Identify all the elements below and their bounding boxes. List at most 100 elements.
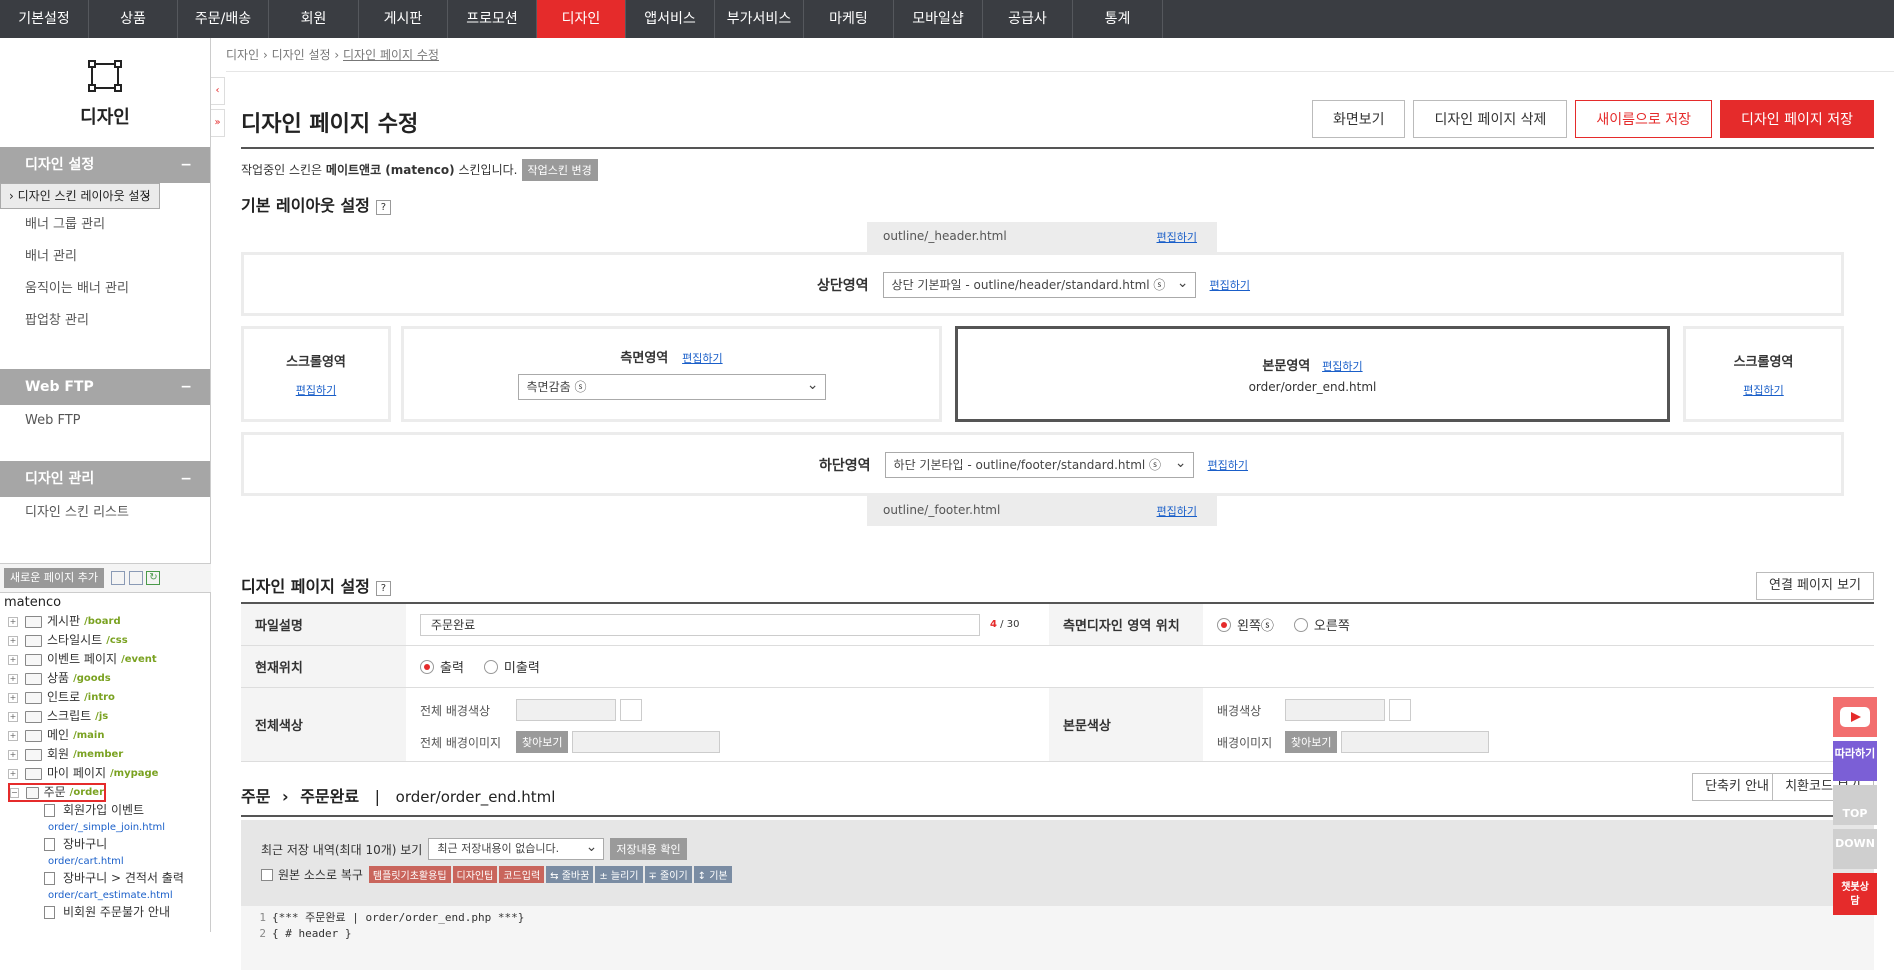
editor-tag-button[interactable]: ∓ 줄이기 [644,866,692,883]
side-left-radio[interactable] [1217,617,1231,632]
expand-icon[interactable]: + [8,692,18,703]
nav-item[interactable]: 게시판 [359,0,448,38]
editor-tag-button[interactable]: ↕ 기본 [693,866,732,883]
preview-button[interactable]: 화면보기 [1311,100,1406,138]
collapse-icon[interactable]: − [180,461,192,497]
nav-item[interactable]: 마케팅 [804,0,894,38]
expand-icon[interactable]: + [8,711,18,722]
tree-folder[interactable]: + 회원/member [0,745,211,764]
cur-pos-off-radio[interactable] [483,659,498,674]
collapse-icon[interactable]: − [180,147,192,183]
editor-tag-button[interactable]: 코드입력 [499,866,545,883]
tree-folder[interactable]: + 메인/main [0,726,211,745]
nav-item[interactable]: 프로모션 [448,0,537,38]
tree-file[interactable]: 장바구니 > 견적서 출력 [0,870,211,887]
shortcut-button[interactable]: 단축키 안내 [1692,773,1782,801]
side-right-radio[interactable] [1293,617,1308,632]
section-web-ftp[interactable]: Web FTP − [0,369,210,405]
tree-folder[interactable]: + 게시판/board [0,612,211,631]
tree-file[interactable]: 회원가입 이벤트 [0,802,211,819]
follow-button[interactable]: 따라하기 [1833,741,1877,781]
edit-top-link[interactable]: 편집하기 [1210,277,1250,293]
breadcrumb-item[interactable]: 디자인 설정 [272,48,331,62]
sidebar-item-banner[interactable]: 배너 관리 [0,241,210,273]
body-bg-color-input[interactable] [1285,699,1385,721]
edit-scroll-left-link[interactable]: 편집하기 [244,382,388,398]
expand-icon[interactable]: + [8,749,18,760]
tree-file[interactable]: 비회원 주문불가 안내 [0,904,211,921]
editor-tag-button[interactable]: ⇆ 줄바꿈 [546,866,594,883]
edit-scroll-right-link[interactable]: 편집하기 [1686,382,1841,398]
nav-item[interactable]: 공급사 [983,0,1073,38]
file-path[interactable]: order/cart.html [0,853,211,870]
edit-footer-link[interactable]: 편집하기 [1157,498,1197,526]
collapse-up-icon[interactable]: » [211,109,225,137]
edit-body-link[interactable]: 편집하기 [1322,360,1362,373]
edit-header-link[interactable]: 편집하기 [1157,224,1197,252]
nav-item[interactable]: 주문/배송 [178,0,269,38]
recent-select[interactable]: 최근 저장내용이 없습니다. [428,837,605,860]
expand-icon[interactable]: + [8,768,18,779]
breadcrumb-current[interactable]: 디자인 페이지 수정 [343,48,439,62]
expand-icon[interactable]: + [8,654,18,665]
cur-pos-on-radio[interactable] [420,659,434,674]
all-color-swatch[interactable] [620,699,642,721]
change-skin-button[interactable]: 작업스킨 변경 [521,159,598,181]
tree-folder[interactable]: + 마이 페이지/mypage [0,764,211,783]
link-page-button[interactable]: 연결 페이지 보기 [1756,572,1874,600]
down-button[interactable]: DOWN [1833,829,1877,869]
save-as-button[interactable]: 새이름으로 저장 [1575,100,1713,138]
list-view-icon[interactable] [128,570,143,585]
sidebar-item-web-ftp[interactable]: Web FTP [0,405,210,437]
youtube-icon[interactable] [1833,697,1877,737]
expand-icon[interactable]: + [8,635,18,646]
sidebar-item-popup[interactable]: 팝업창 관리 [0,305,210,337]
expand-icon[interactable]: − [10,787,19,798]
section-design-settings[interactable]: 디자인 설정 − [0,147,210,183]
expand-icon[interactable]: + [8,730,18,741]
sidebar-item-banner-group[interactable]: 배너 그룹 관리 [0,209,210,241]
all-bg-image-input[interactable] [572,731,721,753]
editor-tag-button[interactable]: 템플릿기초활용팁 [368,866,451,883]
tree-folder[interactable]: + 인트로/intro [0,688,211,707]
nav-item[interactable]: 부가서비스 [715,0,804,38]
top-button[interactable]: TOP [1833,785,1877,825]
nav-item[interactable]: 회원 [269,0,359,38]
restore-checkbox[interactable] [261,868,273,881]
editor-tag-button[interactable]: 디자인팁 [452,866,498,883]
save-page-button[interactable]: 디자인 페이지 저장 [1720,100,1874,138]
file-path[interactable]: order/cart_estimate.html [0,887,211,904]
recent-check-button[interactable]: 저장내용 확인 [610,838,687,860]
file-path[interactable]: order/_simple_join.html [0,819,211,836]
collapse-left-icon[interactable]: ‹ [211,77,225,105]
tree-folder[interactable]: + 이벤트 페이지/event [0,650,211,669]
section-design-manage[interactable]: 디자인 관리 − [0,461,210,497]
find-body-bg-button[interactable]: 찾아보기 [1285,731,1338,753]
refresh-icon[interactable]: ↻ [146,570,161,585]
body-color-swatch[interactable] [1389,699,1411,721]
editor-tag-button[interactable]: ± 늘리기 [595,866,643,883]
tree-folder[interactable]: + 상품/goods [0,669,211,688]
edit-side-link[interactable]: 편집하기 [682,352,722,365]
tree-folder[interactable]: − 주문/order [8,783,106,802]
collapse-icon[interactable]: − [180,369,192,405]
chatbot-button[interactable]: 챗봇상담 [1833,873,1877,915]
nav-item[interactable]: 디자인 [537,0,626,38]
delete-page-button[interactable]: 디자인 페이지 삭제 [1413,100,1568,138]
help-icon[interactable]: ? [375,200,391,215]
edit-bottom-link[interactable]: 편집하기 [1208,457,1248,473]
expand-icon[interactable]: + [8,673,18,684]
top-area-select[interactable]: 상단 기본파일 - outline/header/standard.html ⓢ [882,271,1196,298]
tree-file[interactable]: 장바구니 [0,836,211,853]
breadcrumb-item[interactable]: 디자인 [226,48,259,62]
tree-folder[interactable]: + 스크립트/js [0,707,211,726]
nav-item[interactable]: 앱서비스 [626,0,715,38]
nav-item[interactable]: 기본설정 [0,0,89,38]
side-area-select[interactable]: 측면감춤 ⓢ [517,373,826,400]
tree-folder[interactable]: + 스타일시트/css [0,631,211,650]
sidebar-item-moving-banner[interactable]: 움직이는 배너 관리 [0,273,210,305]
code-editor[interactable]: 1 {*** 주문완료 | order/order_end.php ***} 2 {… [241,906,1874,970]
nav-item[interactable]: 상품 [89,0,178,38]
bottom-area-select[interactable]: 하단 기본타입 - outline/footer/standard.html ⓢ [884,451,1194,478]
nav-item[interactable]: 통계 [1073,0,1163,38]
